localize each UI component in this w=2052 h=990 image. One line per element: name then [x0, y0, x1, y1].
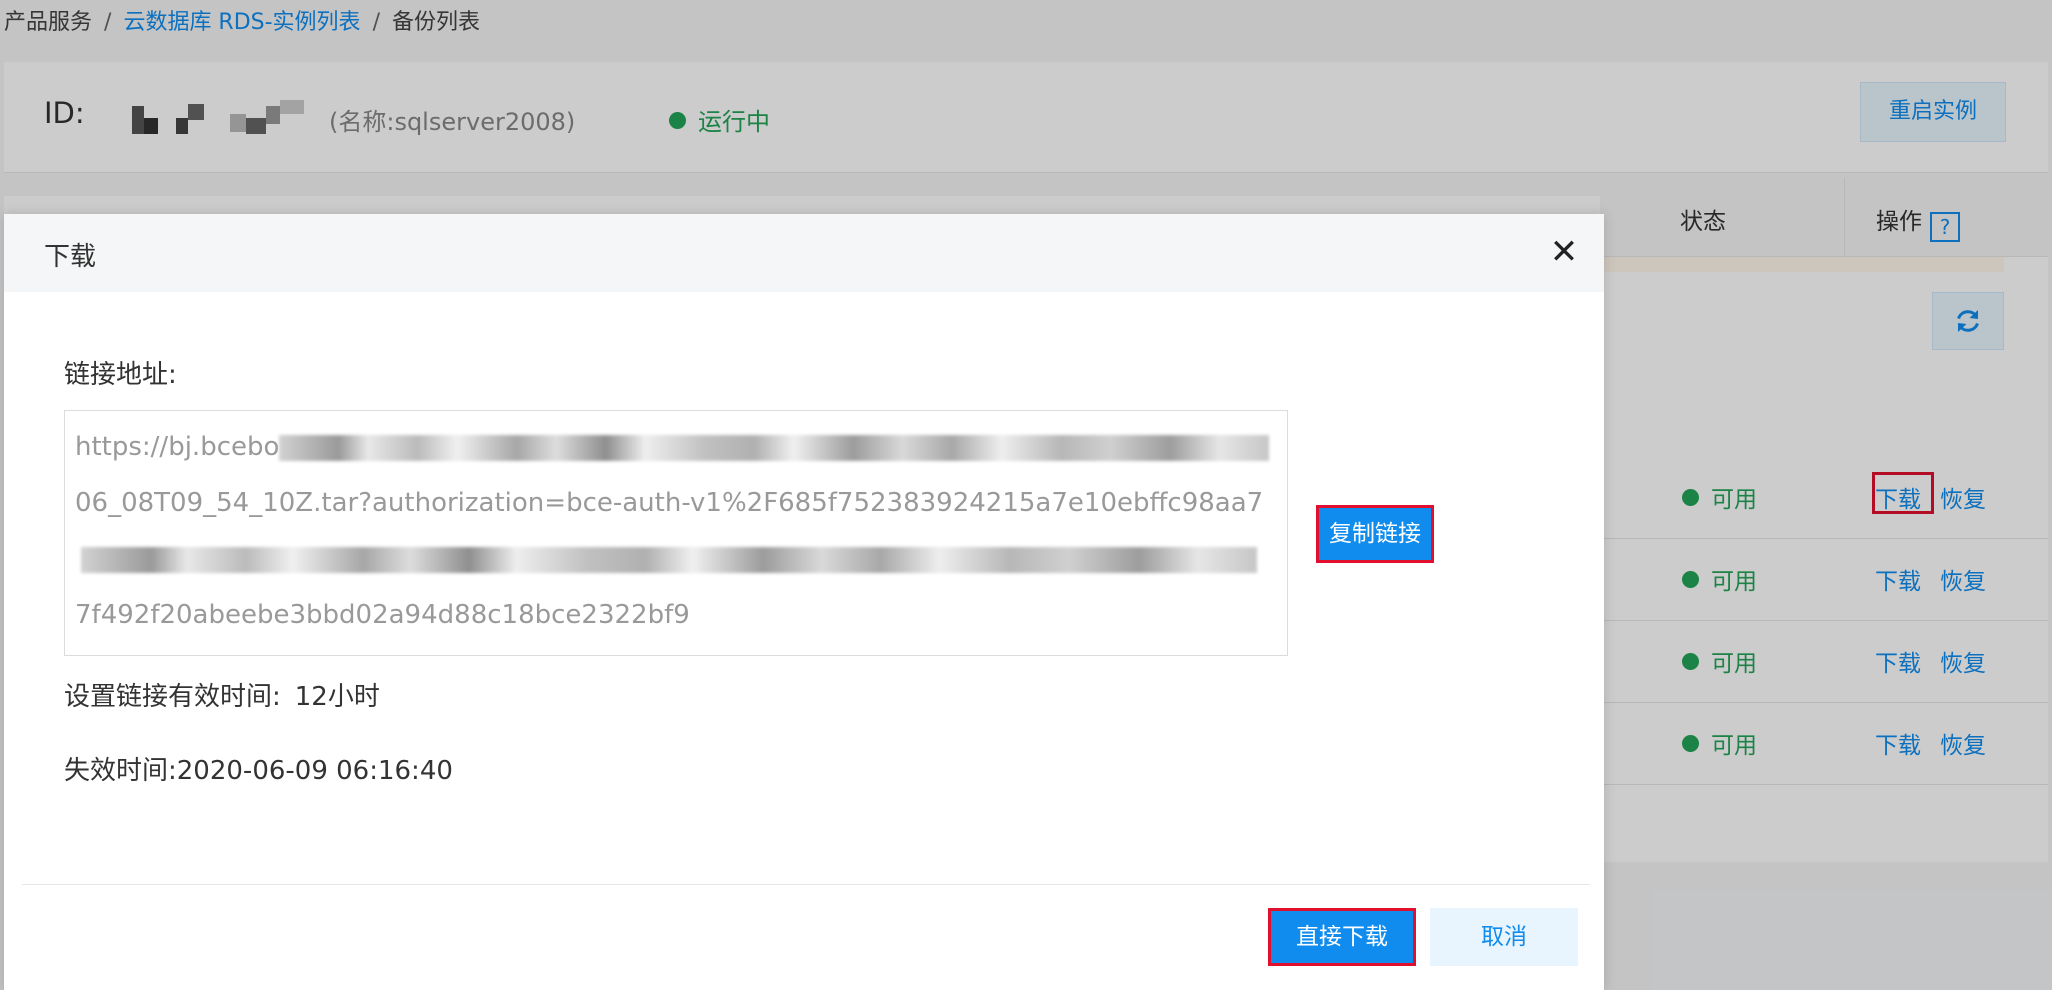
dialog-title: 下载: [44, 242, 97, 272]
link-line: https://bj.bcebo: [75, 419, 1277, 475]
redacted-link-segment: [81, 546, 1257, 573]
link-line: 06_08T09_54_10Z.tar?authorization=bce-au…: [75, 488, 1264, 518]
link-line: 7f492f20abeebe3bbd02a94d88c18bce2322bf9: [75, 600, 690, 630]
expire-time: 失效时间:2020-06-09 06:16:40: [64, 750, 453, 787]
expire-time-value: 2020-06-09 06:16:40: [176, 756, 453, 786]
expire-time-label: 失效时间:: [64, 756, 177, 786]
redacted-link-segment: [279, 434, 1270, 461]
copy-link-button[interactable]: 复制链接: [1316, 505, 1434, 563]
link-expiry-label: 设置链接有效时间:: [64, 682, 281, 712]
direct-download-button[interactable]: 直接下载: [1268, 908, 1416, 966]
link-address-field[interactable]: https://bj.bcebo 06_08T09_54_10Z.tar?aut…: [64, 410, 1288, 656]
dialog-footer-divider: [22, 884, 1590, 885]
link-expiry-setting: 设置链接有效时间: 12小时: [64, 676, 380, 713]
link-address-label: 链接地址:: [64, 360, 177, 390]
dialog-header: 下载 ✕: [4, 214, 1604, 292]
download-dialog: 下载 ✕ 链接地址: https://bj.bcebo 06_08T09_54_…: [4, 214, 1604, 990]
link-line-text: https://bj.bcebo: [75, 432, 280, 462]
close-icon[interactable]: ✕: [1544, 232, 1584, 272]
link-line: [75, 531, 1277, 587]
cancel-button[interactable]: 取消: [1430, 908, 1578, 966]
link-expiry-value[interactable]: 12小时: [295, 682, 380, 712]
